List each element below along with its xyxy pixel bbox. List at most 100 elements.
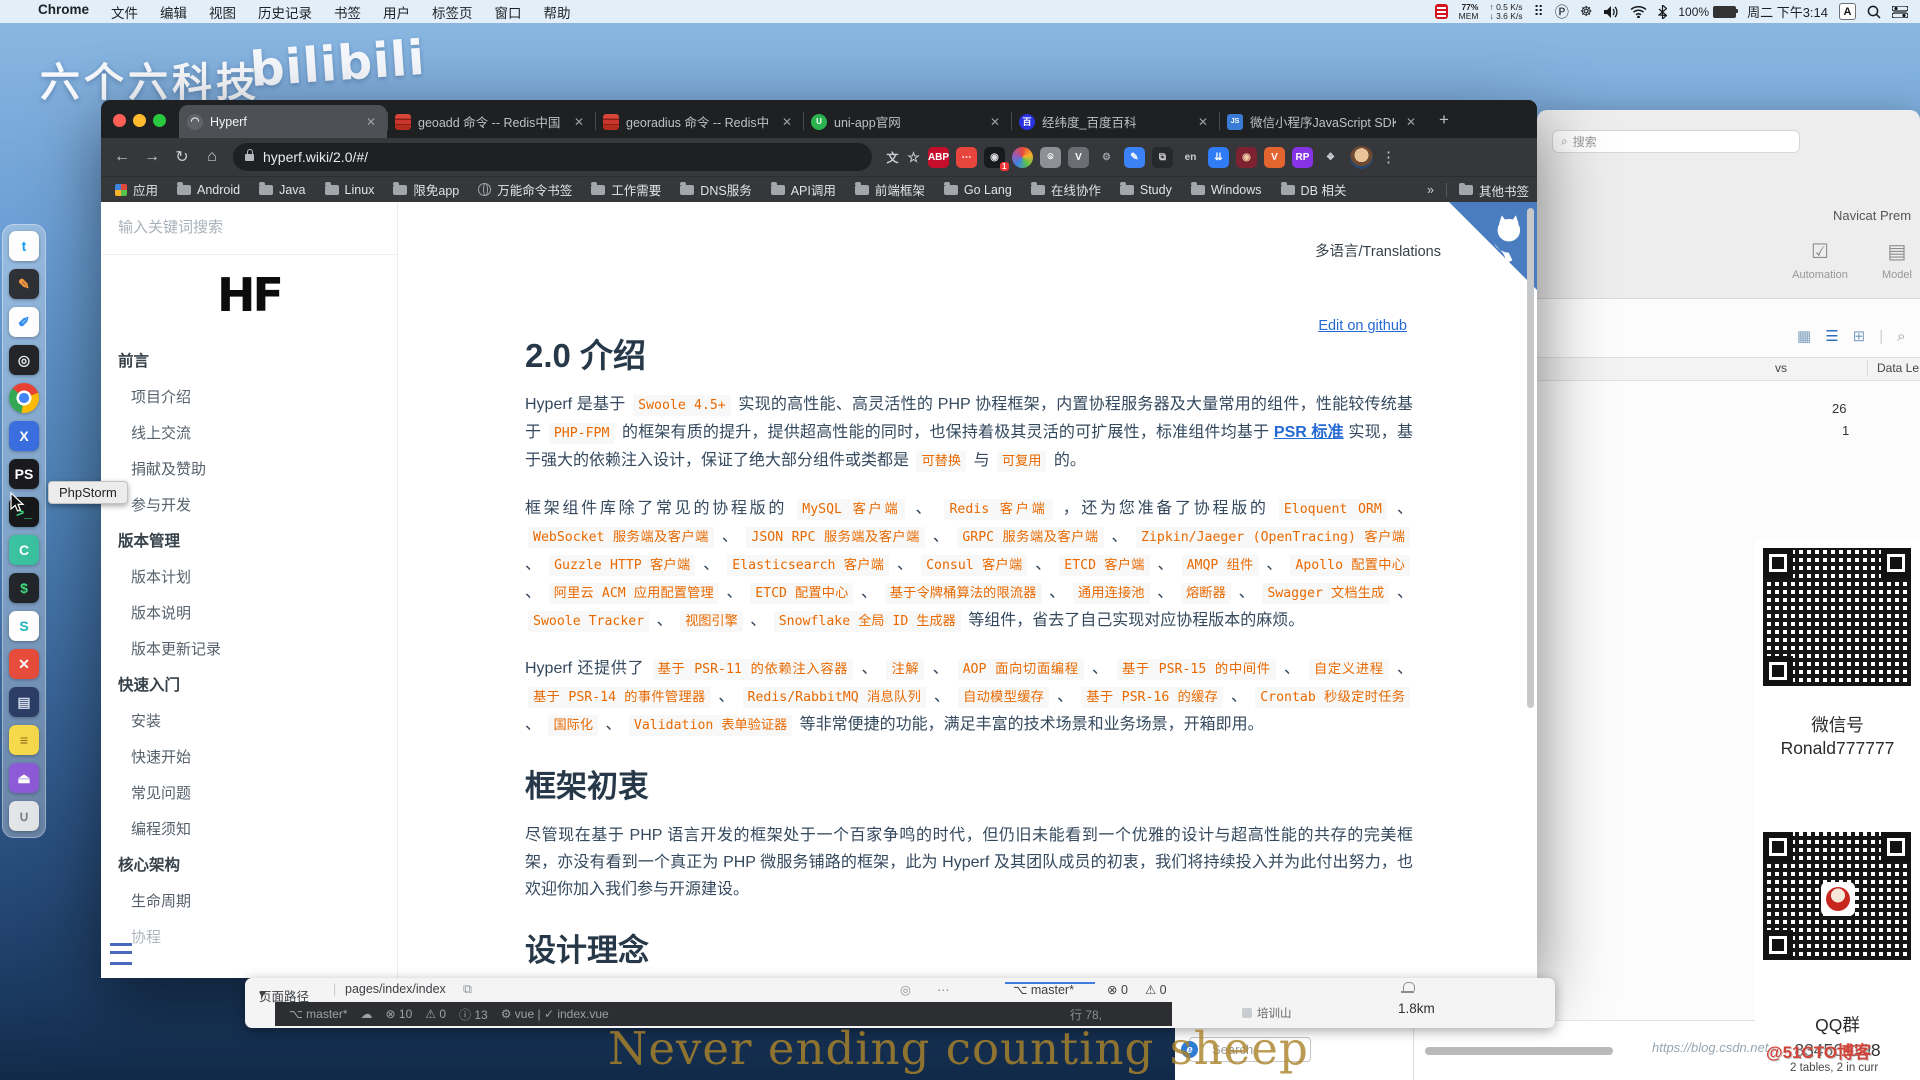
menu-item[interactable]: Chrome bbox=[38, 2, 89, 22]
minimize-window-button[interactable] bbox=[133, 114, 146, 127]
menu-item[interactable]: 帮助 bbox=[544, 2, 571, 22]
address-bar[interactable]: hyperf.wiki/2.0/#/ bbox=[233, 143, 872, 171]
sidebar-item[interactable]: 版本管理 bbox=[101, 524, 397, 560]
sidebar-item[interactable]: 线上交流 bbox=[101, 416, 397, 452]
menu-item[interactable]: 窗口 bbox=[495, 2, 522, 22]
bookmark-item[interactable]: DB 相关 bbox=[1281, 180, 1347, 199]
bookmark-item[interactable]: Go Lang bbox=[944, 183, 1012, 197]
browser-menu-icon[interactable]: ⋮ bbox=[1381, 148, 1396, 166]
bookmark-star-icon[interactable]: ☆ bbox=[903, 147, 924, 168]
git-branch-label[interactable]: ⌥ master* bbox=[1013, 982, 1074, 997]
sidebar-item[interactable]: 快速入门 bbox=[101, 668, 397, 704]
sidebar-item[interactable]: 编程须知 bbox=[101, 812, 397, 848]
file-indicator[interactable]: ⚙ vue | ✓ index.vue bbox=[501, 1007, 609, 1021]
zoom-window-button[interactable] bbox=[153, 114, 166, 127]
dock-design-pen-icon[interactable]: ✎ bbox=[9, 269, 39, 299]
filter-search-icon[interactable]: ⌕ bbox=[1897, 328, 1905, 345]
parallels-icon[interactable]: Ⓟ bbox=[1555, 2, 1569, 22]
hyperf-logo[interactable]: HF bbox=[101, 268, 397, 322]
wifi-icon[interactable] bbox=[1630, 5, 1647, 18]
github-corner-ribbon[interactable] bbox=[1449, 202, 1537, 290]
bookmark-item[interactable]: 前端框架 bbox=[855, 180, 925, 199]
grid-menu-icon[interactable]: ⠿ bbox=[1534, 3, 1544, 20]
sidebar-item[interactable]: 前言 bbox=[101, 344, 397, 380]
bluetooth-icon[interactable] bbox=[1658, 5, 1667, 19]
sidebar-item[interactable]: 生命周期 bbox=[101, 884, 397, 920]
psr-standard-link[interactable]: PSR 标准 bbox=[1274, 424, 1344, 441]
dock-iterm-icon[interactable]: $ bbox=[9, 573, 39, 603]
horizontal-scrollbar[interactable] bbox=[1425, 1047, 1613, 1055]
browser-tab[interactable]: Uuni-app官网✕ bbox=[803, 105, 1011, 138]
red-menu-ext[interactable]: ⋯ bbox=[956, 147, 977, 168]
color-picker-ext[interactable] bbox=[1012, 147, 1033, 168]
battery-indicator[interactable]: 100% bbox=[1678, 5, 1736, 19]
bookmark-item[interactable]: Study bbox=[1120, 183, 1172, 197]
edit-on-github-link[interactable]: Edit on github bbox=[1318, 318, 1407, 334]
sidebar-toggle-icon[interactable] bbox=[110, 943, 132, 965]
dock-xmind-icon[interactable]: X bbox=[9, 421, 39, 451]
cloud-sync-icon[interactable]: ☁ bbox=[361, 1007, 373, 1021]
camera-ext[interactable]: ⌾ bbox=[1040, 147, 1061, 168]
puzzle-ext[interactable]: ❖ bbox=[1320, 147, 1341, 168]
sidebar-item[interactable]: 版本说明 bbox=[101, 596, 397, 632]
page-path-value[interactable]: pages/index/index bbox=[345, 982, 446, 996]
adblock-plus[interactable]: ABP bbox=[928, 147, 949, 168]
docker-icon[interactable]: ☸ bbox=[1580, 3, 1593, 20]
translate-icon[interactable]: 文 bbox=[882, 147, 903, 168]
dock-eject-disk-icon[interactable]: ⏏ bbox=[9, 763, 39, 793]
detail-view-icon[interactable]: ⊞ bbox=[1853, 327, 1866, 345]
volume-icon[interactable] bbox=[1603, 5, 1619, 19]
tab-close-icon[interactable]: ✕ bbox=[571, 115, 587, 129]
spotlight-search-icon[interactable] bbox=[1867, 5, 1881, 19]
menu-clock[interactable]: 周二 下午3:14 bbox=[1747, 2, 1828, 21]
menu-item[interactable]: 视图 bbox=[209, 2, 236, 22]
browser-tab[interactable]: JS微信小程序JavaScript SDK✕ bbox=[1219, 105, 1427, 138]
menu-item[interactable]: 编辑 bbox=[160, 2, 187, 22]
input-method-badge[interactable]: A bbox=[1839, 3, 1856, 20]
tab-close-icon[interactable]: ✕ bbox=[1403, 115, 1419, 129]
download-ext[interactable]: ⇊ bbox=[1208, 147, 1229, 168]
tab-close-icon[interactable]: ✕ bbox=[363, 115, 379, 129]
sidebar-item[interactable]: 核心架构 bbox=[101, 848, 397, 884]
dock-wechat-devtools-icon[interactable]: C bbox=[9, 535, 39, 565]
vue-devtools-ext[interactable]: V bbox=[1264, 147, 1285, 168]
sidebar-item[interactable]: 安装 bbox=[101, 704, 397, 740]
vimium-ext[interactable]: V bbox=[1068, 147, 1089, 168]
sidebar-item[interactable]: 快速开始 bbox=[101, 740, 397, 776]
bookmark-item[interactable]: API调用 bbox=[771, 180, 836, 199]
bookmark-item[interactable]: 工作需要 bbox=[591, 180, 661, 199]
browser-tab[interactable]: georadius 命令 -- Redis中✕ bbox=[595, 105, 803, 138]
menu-item[interactable]: 历史记录 bbox=[258, 2, 312, 22]
new-tab-button[interactable]: + bbox=[1439, 110, 1449, 130]
note-ext[interactable]: ✎ bbox=[1124, 147, 1145, 168]
navicat-model-button[interactable]: ▤Model bbox=[1867, 242, 1920, 285]
close-window-button[interactable] bbox=[113, 114, 126, 127]
content-scrollbar[interactable] bbox=[1527, 208, 1534, 708]
bookmark-item[interactable]: 在线协作 bbox=[1031, 180, 1101, 199]
en-translate-ext[interactable]: en bbox=[1180, 147, 1201, 168]
sidebar-item[interactable]: 常见问题 bbox=[101, 776, 397, 812]
dark-ext[interactable]: ⧉ bbox=[1152, 147, 1173, 168]
bookmark-item[interactable]: 限免app bbox=[393, 180, 459, 199]
audio-ext[interactable]: ◉ bbox=[1236, 147, 1257, 168]
git-branch-label[interactable]: ⌥ master* bbox=[289, 1007, 348, 1021]
caret-position[interactable]: 行 78, bbox=[1070, 1006, 1172, 1023]
dock-camera-app-icon[interactable]: ◎ bbox=[9, 345, 39, 375]
back-button[interactable]: ← bbox=[107, 148, 137, 166]
dock-twitter-icon[interactable]: t bbox=[9, 231, 39, 261]
dock-red-close-app-icon[interactable]: ✕ bbox=[9, 649, 39, 679]
sidebar-search-input[interactable]: 输入关键词搜索 bbox=[118, 216, 223, 237]
profile-avatar[interactable] bbox=[1350, 146, 1373, 169]
dock-pencil-blue-icon[interactable]: ✐ bbox=[9, 307, 39, 337]
dock-phpstorm-icon[interactable]: PS bbox=[9, 459, 39, 489]
bookmark-item[interactable]: Java bbox=[259, 183, 305, 197]
tab-close-icon[interactable]: ✕ bbox=[1195, 115, 1211, 129]
sidebar-item[interactable]: 协程 bbox=[101, 920, 397, 956]
browser-tab[interactable]: ◠Hyperf✕ bbox=[179, 105, 387, 138]
dock-chrome-icon[interactable] bbox=[9, 383, 39, 413]
browser-tab[interactable]: 百经纬度_百度百科✕ bbox=[1011, 105, 1219, 138]
sidebar-item[interactable]: 项目介绍 bbox=[101, 380, 397, 416]
bookmark-item[interactable]: Android bbox=[177, 183, 240, 197]
grid-view-icon[interactable]: ▦ bbox=[1797, 327, 1811, 345]
dock-stickies-icon[interactable]: ≡ bbox=[9, 725, 39, 755]
